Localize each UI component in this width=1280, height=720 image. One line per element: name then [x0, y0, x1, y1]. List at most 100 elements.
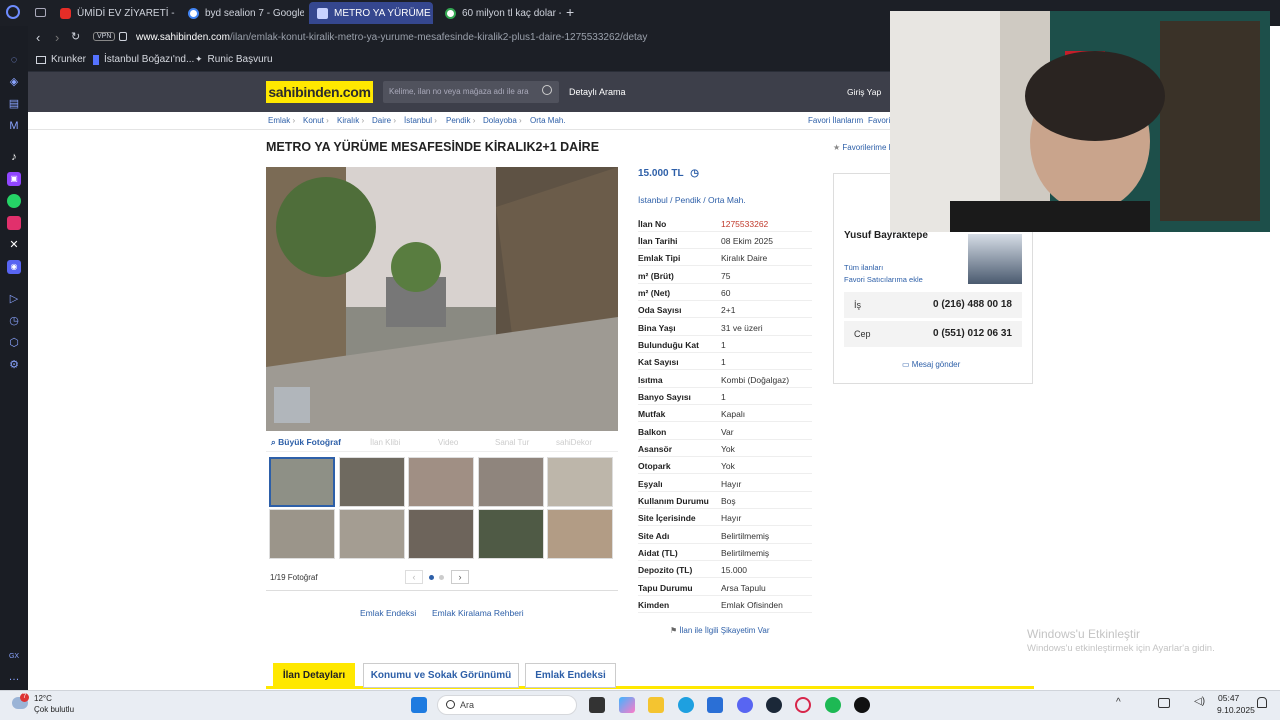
- notification-icon[interactable]: [1257, 697, 1267, 708]
- spotify-icon[interactable]: [825, 697, 841, 713]
- thumbnail[interactable]: [339, 457, 405, 507]
- history-icon[interactable]: ◷: [7, 314, 21, 328]
- fav-listings-link[interactable]: Favori İlanlarım: [808, 116, 863, 125]
- settings-icon[interactable]: ⚙: [7, 358, 21, 372]
- gx-icon[interactable]: GX: [7, 650, 21, 664]
- chatgpt-icon[interactable]: [854, 697, 870, 713]
- add-favorites-button[interactable]: ★ Favorilerime E: [833, 143, 894, 152]
- edge-icon[interactable]: [678, 697, 694, 713]
- location-neighborhood[interactable]: Orta Mah.: [708, 195, 746, 205]
- page-dot[interactable]: [439, 575, 444, 580]
- breadcrumb-konut[interactable]: Konut: [303, 116, 329, 125]
- new-tab-icon[interactable]: +: [566, 4, 574, 20]
- sahidekor-tab[interactable]: sahiDekor: [556, 438, 592, 447]
- taskbar-search[interactable]: Ara: [437, 695, 577, 715]
- whatsapp-icon[interactable]: [7, 194, 21, 208]
- bookmark-istanbul-bogazi[interactable]: İstanbul Boğazı'nd...: [93, 54, 194, 65]
- tray-chevron-icon[interactable]: ^: [1116, 697, 1121, 708]
- breadcrumb-orta-mah[interactable]: Orta Mah.: [530, 116, 566, 125]
- x-icon[interactable]: ✕: [7, 238, 21, 252]
- complaint-link[interactable]: ⚑ İlan ile İlgili Şikayetim Var: [670, 626, 770, 635]
- detailed-search-link[interactable]: Detaylı Arama: [569, 87, 626, 97]
- tiktok-icon[interactable]: ♪: [7, 150, 21, 164]
- bookmark-krunker[interactable]: Krunker: [36, 54, 86, 65]
- network-icon[interactable]: [1158, 698, 1170, 708]
- more-icon[interactable]: …: [7, 670, 21, 684]
- opera-gx-icon[interactable]: [795, 697, 811, 713]
- virtual-tour-tab[interactable]: Sanal Tur: [495, 438, 529, 447]
- search-icon[interactable]: [542, 85, 552, 95]
- tab-google-byd[interactable]: byd sealion 7 - Google'da: [180, 2, 304, 24]
- tab-youtube[interactable]: ÜMİDİ EV ZİYARETİ - YouT: [52, 2, 176, 24]
- thumbnail[interactable]: [478, 457, 544, 507]
- breadcrumb-pendik[interactable]: Pendik: [446, 116, 475, 125]
- file-explorer-icon[interactable]: [648, 697, 664, 713]
- phone-number[interactable]: 0 (216) 488 00 18: [933, 299, 1012, 310]
- add-fav-seller-link[interactable]: Favori Satıcılarıma ekle: [844, 275, 923, 284]
- copilot-icon[interactable]: [619, 697, 635, 713]
- weather-widget[interactable]: 7 12°C Çok bulutlu: [12, 693, 92, 717]
- extensions-icon[interactable]: ⬡: [7, 336, 21, 350]
- site-logo[interactable]: sahibinden.com: [266, 81, 373, 103]
- tab-listing-details[interactable]: İlan Detayları: [273, 663, 355, 688]
- big-photo-tab[interactable]: ⌕ Büyük Fotoğraf: [271, 437, 341, 448]
- url-field[interactable]: www.sahibinden.com/ilan/emlak-konut-kira…: [136, 32, 647, 43]
- kiralama-rehberi-link[interactable]: Emlak Kiralama Rehberi: [432, 608, 524, 618]
- clip-tab[interactable]: İlan Klibi: [370, 438, 400, 447]
- emlak-endeksi-link[interactable]: Emlak Endeksi: [360, 608, 416, 618]
- thumbnail[interactable]: [547, 457, 613, 507]
- tab-google-dolar[interactable]: 60 milyon tl kaç dolar - Go: [437, 2, 561, 24]
- thumbnail[interactable]: [339, 509, 405, 559]
- breadcrumb-daire[interactable]: Daire: [372, 116, 396, 125]
- clock-date[interactable]: 9.10.2025: [1217, 705, 1255, 715]
- discord-taskbar-icon[interactable]: [737, 697, 753, 713]
- thumbnail[interactable]: [408, 509, 474, 559]
- opera-menu-icon[interactable]: [6, 5, 20, 19]
- reload-icon[interactable]: ↻: [71, 30, 80, 43]
- clock-time[interactable]: 05:47: [1218, 693, 1239, 703]
- store-icon[interactable]: [707, 697, 723, 713]
- thumbnail[interactable]: [269, 457, 335, 507]
- location-district[interactable]: Pendik: [675, 195, 701, 205]
- back-icon[interactable]: ‹: [36, 30, 40, 45]
- aria-icon[interactable]: ◌: [7, 53, 21, 67]
- site-search-input[interactable]: Kelime, ilan no veya mağaza adı ile ara: [383, 81, 559, 103]
- prev-photos-button[interactable]: ‹: [405, 570, 423, 584]
- bookmark-runic[interactable]: ✦ Runic Başvuru: [195, 54, 273, 65]
- thumbnail[interactable]: [269, 509, 335, 559]
- vpn-badge[interactable]: VPN: [93, 32, 116, 41]
- twitch-icon[interactable]: ▣: [7, 172, 21, 186]
- discord-icon[interactable]: ◉: [7, 260, 21, 274]
- video-tab[interactable]: Video: [438, 438, 458, 447]
- login-link[interactable]: Giriş Yap: [847, 87, 881, 97]
- instagram-icon[interactable]: [7, 216, 21, 230]
- player-icon[interactable]: ▷: [7, 292, 21, 306]
- fav-short-link[interactable]: Favori: [868, 116, 890, 125]
- price-history-icon[interactable]: ◷: [690, 168, 699, 179]
- tab-workspace-icon[interactable]: [35, 8, 46, 17]
- mail-icon[interactable]: M: [7, 119, 21, 133]
- forward-icon[interactable]: ›: [55, 30, 59, 45]
- main-photo[interactable]: [266, 167, 618, 431]
- next-photos-button[interactable]: ›: [451, 570, 469, 584]
- thumbnail[interactable]: [478, 509, 544, 559]
- breadcrumb-istanbul[interactable]: İstanbul: [404, 116, 437, 125]
- task-view-icon[interactable]: [589, 697, 605, 713]
- thumbnail[interactable]: [547, 509, 613, 559]
- phone-number[interactable]: 0 (551) 012 06 31: [933, 328, 1012, 339]
- steam-icon[interactable]: [766, 697, 782, 713]
- breadcrumb-kiralik[interactable]: Kiralık: [337, 116, 364, 125]
- ai-icon[interactable]: ◈: [7, 75, 21, 89]
- tab-sahibinden[interactable]: METRO YA YÜRÜME MESAFE: [309, 2, 433, 24]
- volume-icon[interactable]: ◁): [1194, 696, 1205, 707]
- location-city[interactable]: İstanbul: [638, 195, 668, 205]
- page-dot-active[interactable]: [429, 575, 434, 580]
- send-message-link[interactable]: ▭ Mesaj gönder: [902, 360, 960, 369]
- breadcrumb-dolayoba[interactable]: Dolayoba: [483, 116, 522, 125]
- windows-start-icon[interactable]: [411, 697, 427, 713]
- wallet-icon[interactable]: ▤: [7, 97, 21, 111]
- tab-location-street[interactable]: Konumu ve Sokak Görünümü: [363, 663, 519, 688]
- thumbnail[interactable]: [408, 457, 474, 507]
- tab-real-estate-index[interactable]: Emlak Endeksi: [525, 663, 616, 688]
- breadcrumb-emlak[interactable]: Emlak: [268, 116, 295, 125]
